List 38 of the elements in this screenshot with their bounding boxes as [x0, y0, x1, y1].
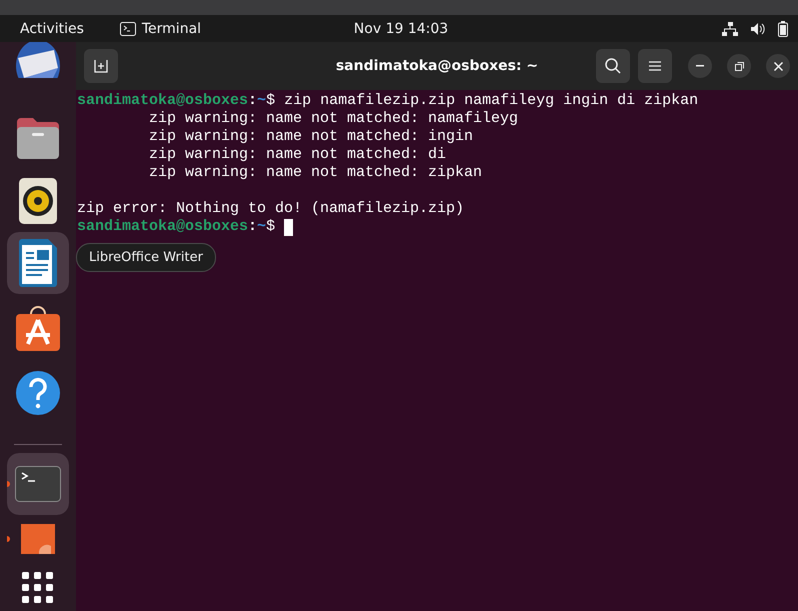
clock[interactable]: Nov 19 14:03 — [354, 20, 448, 36]
close-button[interactable] — [766, 54, 790, 78]
mail-icon — [14, 42, 62, 78]
restore-icon — [734, 62, 744, 70]
battery-icon — [778, 20, 788, 36]
output-line: zip warning: name not matched: ingin — [149, 128, 474, 146]
app-icon — [21, 524, 55, 554]
close-icon — [774, 62, 782, 70]
restore-button[interactable] — [727, 54, 751, 78]
document-icon — [19, 239, 57, 287]
search-icon — [605, 58, 621, 74]
search-button[interactable] — [596, 49, 630, 83]
terminal-icon — [120, 22, 136, 36]
minimize-button[interactable] — [688, 54, 712, 78]
tooltip: LibreOffice Writer — [76, 243, 216, 272]
shopping-bag-icon — [16, 304, 60, 352]
speaker-icon — [19, 178, 57, 224]
output-line: zip warning: name not matched: zipkan — [149, 164, 482, 182]
activities-button[interactable]: Activities — [20, 20, 84, 36]
output-line: zip error: Nothing to do! (namafilezip.zip) — [77, 200, 464, 218]
folder-icon — [15, 118, 61, 160]
prompt-line: sandimatoka@osboxes:~$ — [77, 218, 276, 236]
prompt-line: sandimatoka@osboxes:~$ zip namafilezip.zip namafileyg ingin di zipkan — [77, 92, 698, 110]
menu-button[interactable] — [638, 49, 672, 83]
minimize-icon — [696, 65, 704, 67]
new-tab-icon — [94, 59, 108, 73]
output-line: zip warning: name not matched: namafileyg — [149, 110, 518, 128]
new-tab-button[interactable] — [84, 49, 118, 83]
menu-icon — [649, 61, 661, 71]
dock-item[interactable] — [7, 232, 69, 294]
terminal-icon — [15, 466, 61, 502]
window-title: sandimatoka@osboxes: ~ — [336, 58, 538, 74]
network-icon — [722, 22, 738, 36]
output-line: zip warning: name not matched: di — [149, 146, 446, 164]
help-icon — [16, 371, 60, 415]
app-menu[interactable]: Terminal — [142, 20, 202, 36]
app-grid-icon — [22, 572, 54, 604]
volume-icon — [750, 22, 766, 36]
